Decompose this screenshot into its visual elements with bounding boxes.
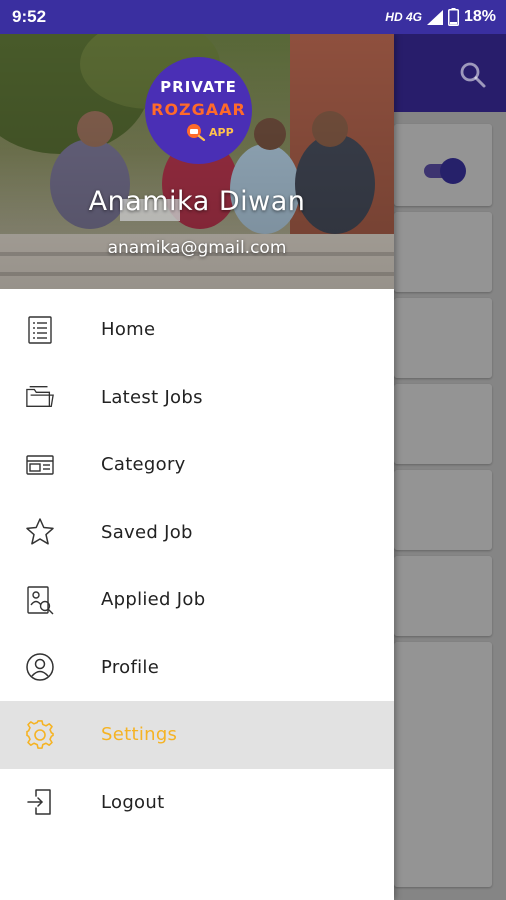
- user-email: anamika@gmail.com: [107, 238, 287, 258]
- menu-label: Logout: [101, 791, 165, 813]
- toggle-switch[interactable]: [422, 156, 470, 186]
- logo-text-app: APP: [209, 125, 234, 139]
- menu-item-applied-job[interactable]: Applied Job: [0, 566, 394, 634]
- menu-item-latest-jobs[interactable]: Latest Jobs: [0, 364, 394, 432]
- menu-item-profile[interactable]: Profile: [0, 634, 394, 702]
- drawer-header: PRIVATE ROZGAAR APP Anamika Diwan anamik…: [0, 34, 394, 289]
- logout-icon: [25, 787, 55, 817]
- search-icon[interactable]: [458, 60, 488, 90]
- gear-icon: [25, 719, 55, 750]
- battery-icon: [447, 8, 459, 26]
- menu-item-logout[interactable]: Logout: [0, 769, 394, 837]
- navigation-drawer: PRIVATE ROZGAAR APP Anamika Diwan anamik…: [0, 34, 394, 900]
- signal-icon: [426, 9, 443, 25]
- menu-label: Applied Job: [101, 589, 206, 611]
- user-name: Anamika Diwan: [88, 186, 306, 217]
- menu-item-category[interactable]: Category: [0, 431, 394, 499]
- document-list-icon: [25, 315, 55, 345]
- card-icon: [25, 450, 55, 480]
- menu-label: Profile: [101, 656, 160, 678]
- status-time: 9:52: [12, 7, 47, 26]
- star-icon: [25, 517, 55, 547]
- status-indicators: HD 4G 18%: [385, 8, 496, 26]
- logo-app-row: APP: [185, 123, 234, 141]
- status-bar: 9:52 HD 4G 18%: [0, 0, 506, 34]
- menu-label: Latest Jobs: [101, 386, 203, 408]
- menu-label: Category: [101, 454, 186, 476]
- briefcase-search-icon: [187, 124, 206, 141]
- network-label: HD 4G: [385, 10, 422, 24]
- search-document-icon: [25, 585, 55, 615]
- user-circle-icon: [25, 652, 55, 682]
- menu-item-settings[interactable]: Settings: [0, 701, 394, 769]
- menu-item-saved-job[interactable]: Saved Job: [0, 499, 394, 567]
- logo-text-rozgaar: ROZGAAR: [151, 100, 246, 119]
- menu-item-home[interactable]: Home: [0, 296, 394, 364]
- menu-label: Saved Job: [101, 521, 193, 543]
- battery-percent: 18%: [463, 8, 496, 25]
- drawer-menu: Home Latest Jobs Category Saved Job Appl…: [0, 296, 394, 836]
- app-logo: PRIVATE ROZGAAR APP: [145, 57, 252, 164]
- menu-label: Home: [101, 319, 156, 341]
- menu-label: Settings: [101, 724, 178, 746]
- logo-text-private: PRIVATE: [160, 78, 237, 96]
- folder-icon: [25, 382, 55, 412]
